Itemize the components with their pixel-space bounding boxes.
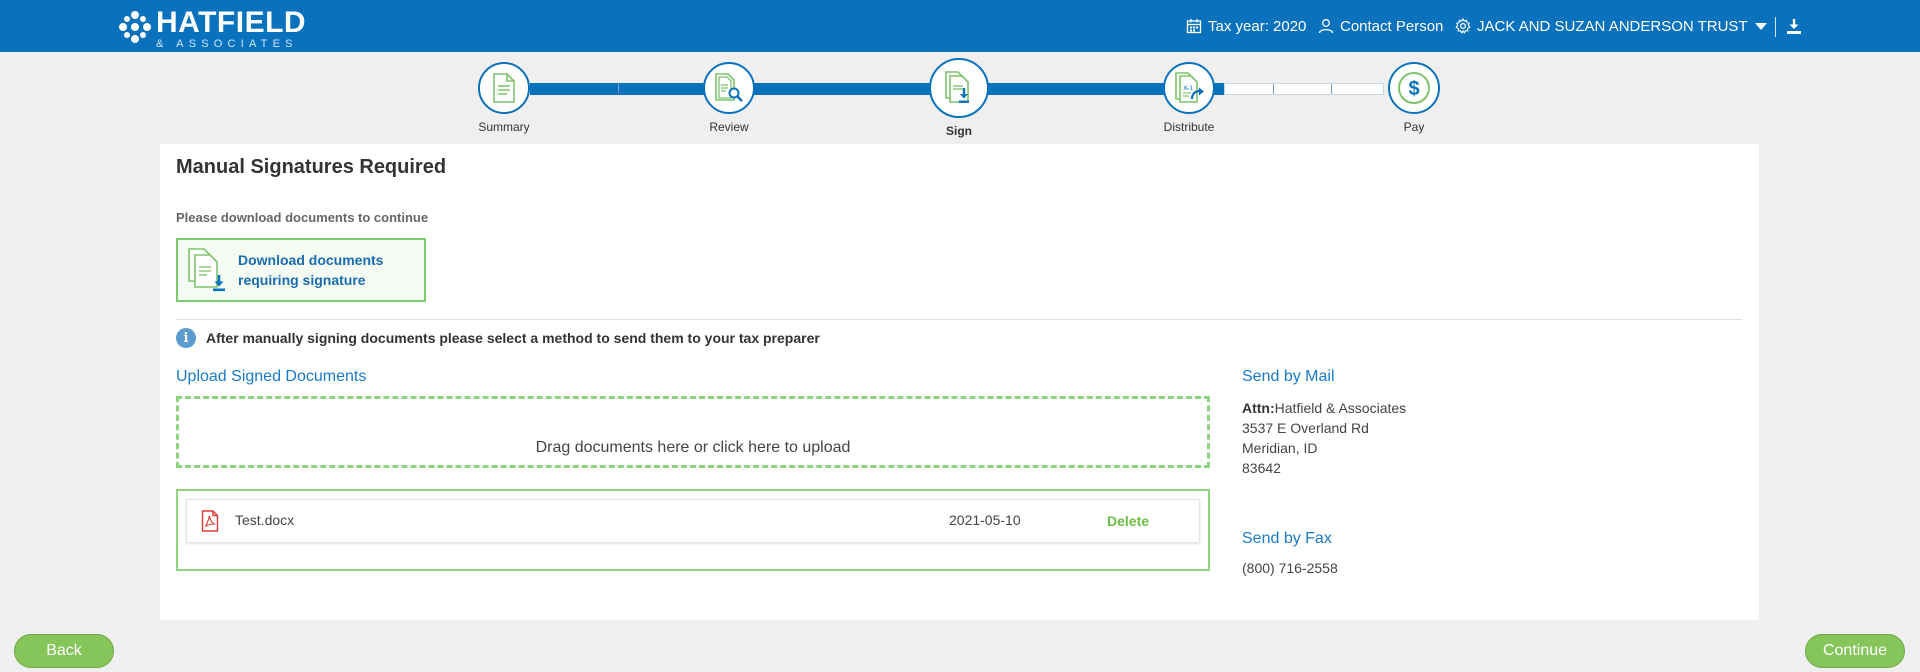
address-city: Meridian, ID (1242, 440, 1318, 456)
gear-icon (1455, 18, 1471, 34)
step-sign[interactable]: Sign (929, 58, 989, 138)
info-notice: i After manually signing documents pleas… (176, 328, 820, 348)
step-review[interactable]: Review (703, 62, 755, 134)
send-by-fax-heading: Send by Fax (1242, 530, 1332, 547)
step-distribute-circle: K-1 (1163, 62, 1215, 114)
tax-year-label: Tax year: 2020 (1208, 17, 1307, 35)
page-title: Manual Signatures Required (176, 156, 447, 178)
pdf-file-icon (201, 510, 219, 532)
account-name: JACK AND SUZAN ANDERSON TRUST (1477, 17, 1748, 35)
uploaded-files-list: Test.docx 2021-05-10 Delete (176, 489, 1210, 571)
step-label: Sign (946, 124, 972, 138)
upload-dropzone[interactable]: Drag documents here or click here to upl… (176, 396, 1210, 468)
address-street: 3537 E Overland Rd (1242, 420, 1369, 436)
step-label: Pay (1403, 120, 1425, 134)
top-header: HATFIELD & ASSOCIATES Tax year: 2020 Con… (0, 0, 1920, 52)
brand-logo[interactable]: HATFIELD & ASSOCIATES (118, 6, 307, 50)
fax-number: (800) 716-2558 (1242, 560, 1338, 576)
k1-share-icon: K-1 (1175, 72, 1204, 103)
step-label: Distribute (1163, 120, 1215, 134)
progress-stepper: Summary Review Sign K-1 Distribute $ Pay (478, 56, 1440, 140)
file-row: Test.docx 2021-05-10 Delete (186, 499, 1200, 543)
section-divider (176, 319, 1742, 320)
dropzone-text: Drag documents here or click here to upl… (535, 439, 851, 456)
svg-text:K-1: K-1 (1184, 85, 1193, 92)
user-icon (1318, 19, 1334, 34)
step-pay[interactable]: $ Pay (1388, 62, 1440, 134)
download-documents-button[interactable]: Download documents requiring signature (176, 238, 426, 302)
step-distribute[interactable]: K-1 Distribute (1163, 62, 1215, 134)
tax-year-selector[interactable]: Tax year: 2020 (1186, 0, 1306, 52)
contact-person-label: Contact Person (1340, 17, 1444, 35)
continue-button[interactable]: Continue (1805, 634, 1905, 668)
document-download-icon (188, 248, 225, 292)
info-text: After manually signing documents please … (206, 330, 820, 346)
svg-text:$: $ (1408, 78, 1419, 100)
delete-file-button[interactable]: Delete (1107, 513, 1149, 529)
download-documents-label: Download documents requiring signature (238, 252, 384, 288)
attn-label: Attn: (1242, 400, 1275, 416)
file-date: 2021-05-10 (949, 512, 1021, 528)
stepper-track-done (530, 83, 1224, 95)
calendar-icon (1186, 19, 1202, 34)
step-label: Review (709, 120, 749, 134)
header-divider (1775, 17, 1776, 37)
back-button[interactable]: Back (14, 634, 114, 668)
download-instruction: Please download documents to continue (176, 210, 429, 225)
send-by-mail-heading: Send by Mail (1242, 368, 1335, 385)
info-icon: i (176, 328, 196, 348)
logo-mark-icon (118, 10, 152, 44)
document-icon (493, 73, 515, 103)
attn-value: Hatfield & Associates (1274, 400, 1407, 416)
document-download-icon (945, 71, 969, 103)
account-dropdown[interactable]: JACK AND SUZAN ANDERSON TRUST (1455, 0, 1768, 52)
brand-name: HATFIELD (156, 6, 307, 39)
caret-down-icon (1754, 23, 1767, 30)
step-sign-circle (929, 58, 989, 118)
brand-subtitle: & ASSOCIATES (156, 38, 298, 50)
step-pay-circle: $ (1388, 62, 1440, 114)
file-name: Test.docx (235, 512, 295, 528)
stepper-track-todo (1224, 83, 1384, 95)
dollar-icon: $ (1398, 72, 1430, 104)
contact-person-link[interactable]: Contact Person (1318, 0, 1443, 52)
main-card: Manual Signatures Required Please downlo… (160, 144, 1759, 620)
document-search-icon (715, 73, 743, 102)
upload-heading: Upload Signed Documents (176, 368, 367, 385)
step-review-circle (703, 62, 755, 114)
step-label: Summary (478, 120, 530, 134)
mailing-address: Attn:Hatfield & Associates 3537 E Overla… (1242, 398, 1406, 478)
address-zip: 83642 (1242, 460, 1281, 476)
step-summary-circle (478, 62, 530, 114)
download-icon[interactable] (1784, 18, 1804, 36)
step-summary[interactable]: Summary (478, 62, 530, 134)
